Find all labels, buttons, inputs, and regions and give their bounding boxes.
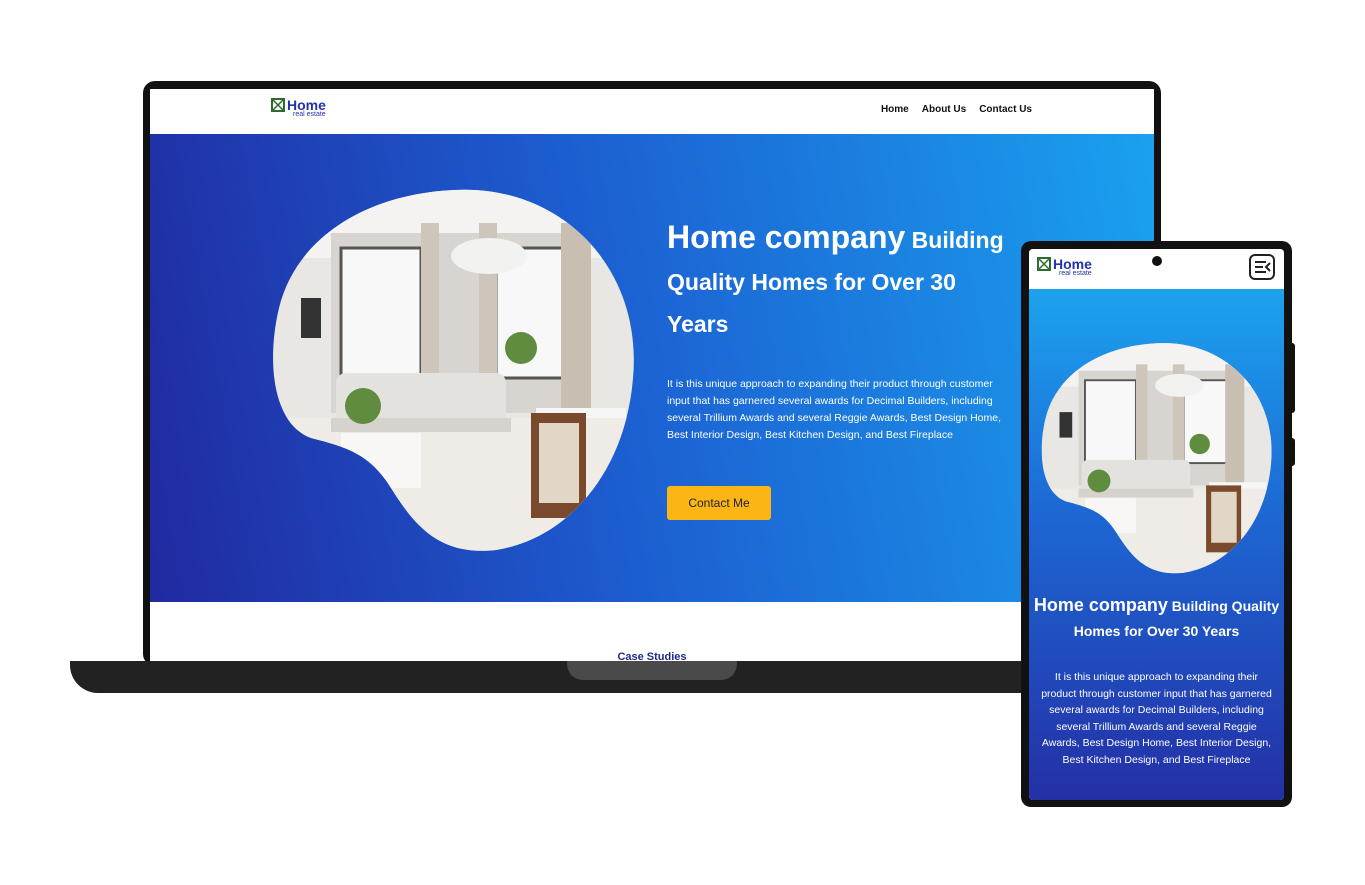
phone-volume-button (1290, 343, 1295, 413)
contact-me-button[interactable]: Contact Me (667, 486, 771, 520)
mobile-hero-section: Home company Building Quality Homes for … (1029, 289, 1284, 800)
laptop-trackpad-notch (567, 661, 737, 680)
mobile-hero-title-main: Home company (1033, 595, 1168, 615)
mobile-brand-logo[interactable]: Home real estate (1037, 256, 1092, 277)
laptop-screen: Home real estate Home About Us Contact U… (150, 89, 1154, 663)
phone-camera (1152, 256, 1162, 266)
nav-link-contact-us[interactable]: Contact Us (979, 104, 1032, 115)
mobile-brand-tagline: real estate (1059, 270, 1092, 277)
house-box-icon (1037, 257, 1051, 271)
house-box-icon (271, 98, 285, 112)
living-room-photo (273, 189, 634, 551)
mobile-living-room-photo (1041, 343, 1272, 574)
nav-link-home[interactable]: Home (881, 104, 909, 115)
hero-description: It is this unique approach to expanding … (667, 378, 1002, 441)
mobile-hero-heading: Home company Building Quality Homes for … (1029, 593, 1284, 644)
phone-screen: Home real estate Home company Building Q… (1029, 249, 1284, 800)
hero-title-main: Home company (667, 219, 906, 255)
phone-power-button (1290, 438, 1295, 466)
hero-section: Home company Building Quality Homes for … (150, 134, 1154, 602)
top-navbar: Home real estate Home About Us Contact U… (150, 89, 1154, 134)
mobile-navbar: Home real estate (1029, 249, 1284, 289)
nav-link-about-us[interactable]: About Us (922, 104, 966, 115)
brand-logo[interactable]: Home real estate (271, 97, 326, 118)
brand-tagline: real estate (293, 111, 326, 118)
nav-menu: Home About Us Contact Us (881, 104, 1032, 115)
mobile-hero-description: It is this unique approach to expanding … (1041, 671, 1272, 766)
menu-collapse-icon[interactable] (1249, 254, 1275, 280)
hero-heading: Home company Building Quality Homes for … (667, 216, 1017, 345)
